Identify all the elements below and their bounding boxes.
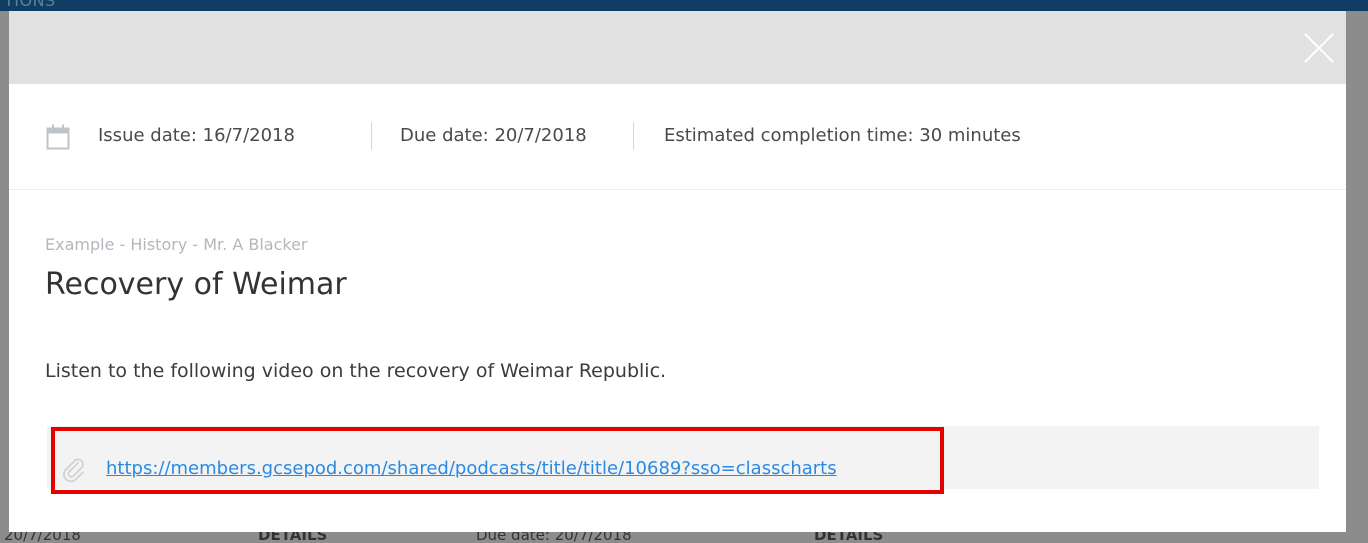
modal-header — [9, 11, 1346, 84]
homework-subtitle: Example - History - Mr. A Blacker — [45, 235, 308, 254]
calendar-icon — [46, 124, 70, 150]
background-right-strip — [1346, 11, 1368, 543]
close-icon[interactable] — [1302, 31, 1336, 65]
background-topbar: TIONS — [0, 0, 1368, 11]
background-left-strip — [0, 11, 9, 543]
homework-title: Recovery of Weimar — [45, 267, 347, 302]
background-details-button-2: DETAILS — [814, 532, 884, 543]
due-date: Due date: 20/7/2018 — [400, 125, 587, 146]
attachment-link[interactable]: https://members.gcsepod.com/shared/podca… — [106, 458, 837, 479]
background-topbar-text: TIONS — [4, 0, 56, 10]
estimated-completion-time: Estimated completion time: 30 minutes — [664, 125, 1021, 146]
meta-divider — [371, 122, 372, 150]
background-date: 20/7/2018 — [4, 532, 81, 543]
background-homework-list: 20/7/2018 DETAILS Due date: 20/7/2018 DE… — [0, 532, 1368, 543]
background-due-date: Due date: 20/7/2018 — [476, 532, 632, 543]
homework-description: Listen to the following video on the rec… — [45, 360, 667, 382]
paperclip-icon — [63, 458, 84, 483]
homework-modal: Issue date: 16/7/2018 Due date: 20/7/201… — [9, 11, 1346, 532]
background-details-button: DETAILS — [258, 532, 328, 543]
issue-date: Issue date: 16/7/2018 — [98, 125, 295, 146]
homework-meta-row: Issue date: 16/7/2018 Due date: 20/7/201… — [9, 84, 1346, 190]
meta-divider — [633, 122, 634, 150]
